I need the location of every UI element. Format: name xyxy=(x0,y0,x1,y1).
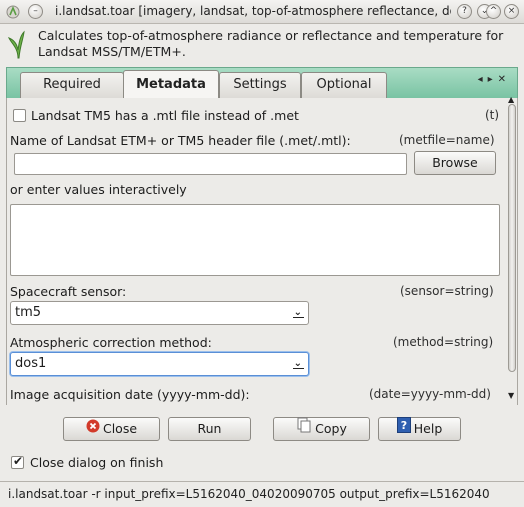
mtl-flag-param: (t) xyxy=(485,108,500,122)
tab-metadata[interactable]: Metadata xyxy=(123,70,219,99)
sensor-label: Spacecraft sensor: xyxy=(10,284,127,299)
help-icon[interactable]: ? xyxy=(457,4,472,19)
scroll-up-icon[interactable]: ▲ xyxy=(508,95,514,104)
interactive-label: or enter values interactively xyxy=(10,182,187,197)
command-statusbar: i.landsat.toar -r input_prefix=L5162040_… xyxy=(0,481,524,507)
command-text: i.landsat.toar -r input_prefix=L5162040_… xyxy=(8,487,490,501)
copy-button[interactable]: Copy xyxy=(273,417,370,441)
minimize-icon[interactable]: – xyxy=(28,4,43,19)
help-button[interactable]: ? Help xyxy=(378,417,461,441)
method-value: dos1 xyxy=(15,356,47,371)
window-titlebar: – i.landsat.toar [imagery, landsat, top-… xyxy=(0,0,524,24)
method-param: (method=string) xyxy=(393,335,494,349)
mtl-flag-checkbox[interactable] xyxy=(13,109,26,122)
browse-button[interactable]: Browse xyxy=(414,151,496,175)
interactive-textarea[interactable] xyxy=(10,204,500,276)
tab-settings[interactable]: Settings xyxy=(219,72,301,99)
method-label: Atmospheric correction method: xyxy=(10,335,212,350)
maximize-icon[interactable]: ^ xyxy=(486,4,501,19)
panel-scrollbar[interactable]: ▲ ▼ xyxy=(505,95,519,405)
module-header: Calculates top-of-atmosphere radiance or… xyxy=(0,24,524,66)
metfile-param: (metfile=name) xyxy=(399,133,495,147)
chevron-down-icon: ⌄ xyxy=(292,302,305,324)
close-on-finish-checkbox[interactable] xyxy=(11,454,24,469)
sensor-select[interactable]: tm5 ⌄ xyxy=(10,301,309,325)
sensor-value: tm5 xyxy=(15,305,42,320)
close-on-finish-label: Close dialog on finish xyxy=(30,455,164,470)
sensor-param: (sensor=string) xyxy=(400,284,494,298)
run-button[interactable]: Run xyxy=(168,417,251,441)
metfile-label: Name of Landsat ETM+ or TM5 header file … xyxy=(10,133,351,148)
run-button-label: Run xyxy=(197,421,222,436)
tab-optional[interactable]: Optional xyxy=(301,72,387,99)
svg-text:?: ? xyxy=(401,419,407,432)
window-title: i.landsat.toar [imagery, landsat, top-of… xyxy=(55,4,451,18)
close-button-label: Close xyxy=(102,421,138,436)
date-param: (date=yyyy-mm-dd) xyxy=(369,387,491,401)
metadata-panel: Landsat TM5 has a .mtl file instead of .… xyxy=(6,98,518,405)
chevron-down-icon: ⌄ xyxy=(292,353,305,375)
tab-scroll-arrows[interactable]: ◂▸✕ xyxy=(478,74,511,85)
copy-button-label: Copy xyxy=(315,421,347,436)
date-label: Image acquisition date (yyyy-mm-dd): xyxy=(10,387,250,402)
help-button-label: Help xyxy=(413,421,443,436)
close-icon[interactable]: × xyxy=(504,4,519,19)
close-icon xyxy=(86,418,100,440)
scroll-thumb[interactable] xyxy=(508,104,516,372)
close-button[interactable]: Close xyxy=(63,417,160,441)
tab-bar: Required Metadata Settings Optional ◂▸✕ xyxy=(6,67,518,99)
method-select[interactable]: dos1 ⌄ xyxy=(10,352,309,376)
mtl-flag-label: Landsat TM5 has a .mtl file instead of .… xyxy=(31,108,299,123)
metfile-input[interactable] xyxy=(14,153,407,175)
module-description: Calculates top-of-atmosphere radiance or… xyxy=(38,28,504,59)
help-icon: ? xyxy=(396,417,411,440)
tab-required[interactable]: Required xyxy=(20,72,124,99)
grass-module-icon xyxy=(7,30,29,63)
grass-icon xyxy=(6,5,20,22)
copy-icon xyxy=(296,417,312,440)
scroll-down-icon[interactable]: ▼ xyxy=(508,391,514,400)
